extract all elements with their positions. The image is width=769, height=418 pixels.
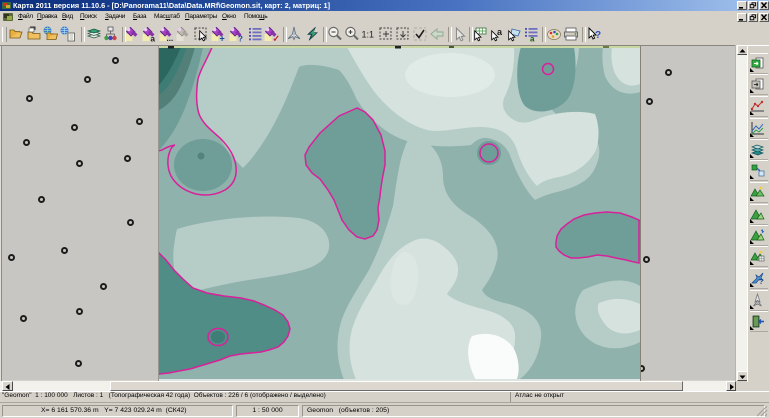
svg-text:+: +	[220, 34, 225, 43]
svg-text:1:1: 1:1	[362, 30, 375, 40]
svg-text:a: a	[151, 35, 156, 43]
svg-text:a: a	[497, 27, 503, 37]
svg-text:?: ?	[238, 35, 243, 43]
svg-text:a: a	[530, 35, 535, 43]
svg-text:✓: ✓	[273, 34, 281, 43]
svg-text:?: ?	[595, 30, 601, 41]
svg-text:?: ?	[759, 279, 763, 286]
svg-text:...: ...	[167, 34, 174, 42]
